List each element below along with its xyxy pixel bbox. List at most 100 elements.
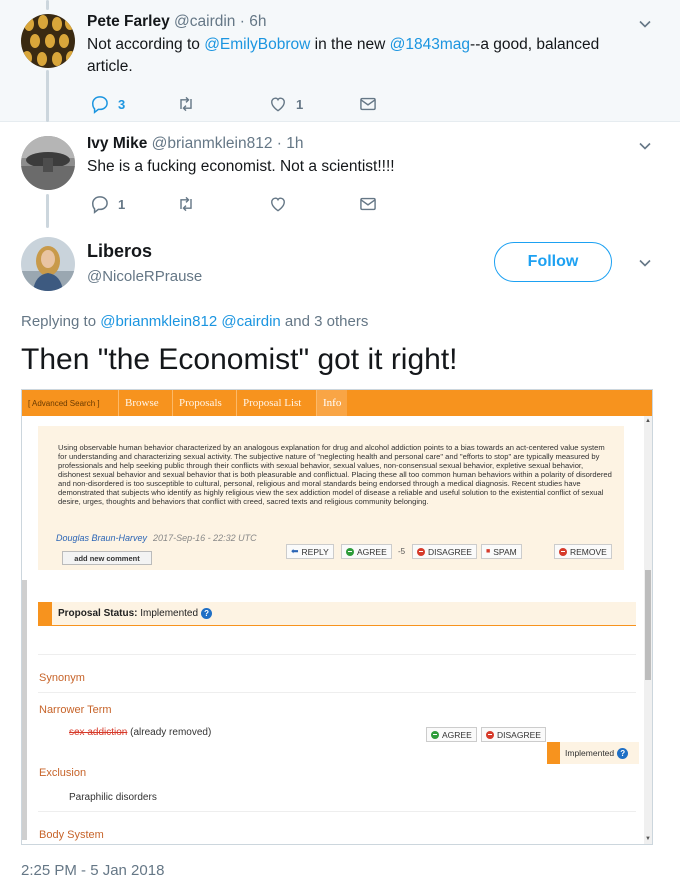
- heart-icon: [271, 97, 285, 112]
- help-icon: ?: [617, 747, 629, 759]
- avatar[interactable]: [21, 14, 75, 68]
- retweet-button[interactable]: [176, 94, 204, 114]
- replying-mentions[interactable]: @brianmklein812 @cairdin: [100, 313, 281, 330]
- help-icon: ?: [201, 608, 213, 619]
- reply-button[interactable]: 1: [90, 194, 125, 214]
- embedded-remove-label: REMOVE: [570, 546, 607, 557]
- embedded-implemented-tag: Implemented?: [547, 742, 639, 764]
- like-button[interactable]: 1: [268, 94, 303, 114]
- implemented-accent: [547, 742, 560, 764]
- embedded-term-agree-label: AGREE: [442, 729, 472, 740]
- embedded-add-comment-button: add new comment: [62, 551, 152, 565]
- embedded-comment-date: 2017-Sep-16 - 22:32 UTC: [153, 533, 257, 543]
- retweet-icon: [180, 96, 192, 112]
- embedded-comment-text: Using observable human behavior characte…: [58, 443, 612, 506]
- direct-message-button[interactable]: [358, 94, 378, 114]
- follow-button[interactable]: Follow: [494, 242, 612, 282]
- tweet-header: Pete Farley @cairdin · 6h: [87, 13, 266, 31]
- user-handle[interactable]: @NicoleRPrause: [87, 268, 202, 285]
- thread-line-top: [46, 0, 49, 10]
- tweet-pete-farley[interactable]: Pete Farley @cairdin · 6h Not according …: [0, 0, 680, 122]
- display-name[interactable]: Ivy Mike: [87, 135, 147, 152]
- replying-suffix[interactable]: and 3 others: [281, 313, 368, 330]
- like-count: 1: [296, 96, 304, 112]
- tweet-conversation: Pete Farley @cairdin · 6h Not according …: [0, 0, 680, 888]
- user-handle[interactable]: @cairdin: [174, 13, 235, 30]
- chevron-down-icon[interactable]: [638, 256, 652, 270]
- tweet-header: Ivy Mike @brianmklein812 · 1h: [87, 135, 304, 153]
- embedded-comment-meta: Douglas Braun-Harvey 2017-Sep-16 - 22:32 …: [56, 533, 257, 543]
- reply-icon: [91, 96, 108, 114]
- direct-message-button[interactable]: [358, 194, 378, 214]
- x-icon: [486, 730, 494, 739]
- text-segment: in the new: [310, 36, 390, 53]
- avatar[interactable]: [21, 237, 75, 291]
- status-text: Proposal Status: Implemented?: [58, 608, 213, 620]
- tweet-text: She is a fucking economist. Not a scient…: [87, 158, 395, 175]
- avatar[interactable]: [21, 136, 75, 190]
- text-segment: Not according to: [87, 36, 205, 53]
- embedded-left-bar: [22, 580, 27, 840]
- check-icon: [346, 547, 354, 556]
- check-icon: [431, 730, 439, 739]
- removed-term: sex addiction: [69, 727, 128, 738]
- embedded-nav-proposal-list: Proposal List: [236, 390, 307, 416]
- remove-icon: [559, 547, 567, 556]
- attached-image[interactable]: [ Advanced Search ] Browse Proposals Pro…: [21, 389, 653, 845]
- embedded-exclusion-item: Paraphilic disorders: [69, 792, 157, 803]
- embedded-nav-bar: [ Advanced Search ] Browse Proposals Pro…: [22, 390, 652, 416]
- thread-line: [46, 70, 49, 122]
- divider: [38, 811, 636, 812]
- retweet-button[interactable]: [176, 194, 204, 214]
- retweet-icon: [180, 196, 192, 212]
- tweet-ivy-mike[interactable]: Ivy Mike @brianmklein812 · 1h She is a f…: [0, 122, 680, 228]
- divider: [38, 692, 636, 693]
- embedded-agree-label: AGREE: [357, 546, 387, 557]
- status-value: Implemented: [137, 608, 199, 620]
- embedded-agree-count: -5: [398, 547, 406, 556]
- flag-icon: ■: [486, 548, 491, 555]
- display-name[interactable]: Pete Farley: [87, 13, 170, 30]
- embedded-term-disagree-label: DISAGREE: [497, 729, 541, 740]
- mention-link[interactable]: @1843mag: [390, 36, 470, 53]
- embedded-term-disagree-button: DISAGREE: [481, 727, 546, 742]
- implemented-label: Implemented: [565, 748, 615, 758]
- user-handle[interactable]: @brianmklein812: [152, 135, 273, 152]
- embedded-agree-button: AGREE: [341, 544, 392, 559]
- embedded-disagree-label: DISAGREE: [428, 546, 472, 557]
- embedded-disagree-button: DISAGREE: [412, 544, 477, 559]
- reply-arrow-icon: ⬅: [291, 546, 299, 556]
- embedded-section-narrower-term: Narrower Term: [39, 704, 112, 716]
- embedded-nav-browse: Browse: [118, 390, 165, 416]
- replying-to: Replying to @brianmklein812 @cairdin and…: [21, 313, 368, 330]
- embedded-remove-button: REMOVE: [554, 544, 612, 559]
- status-label: Proposal Status:: [58, 608, 138, 620]
- chevron-down-icon[interactable]: [638, 139, 652, 153]
- tweet-timestamp[interactable]: 2:25 PM - 5 Jan 2018: [21, 862, 164, 879]
- thread-line: [46, 194, 49, 228]
- embedded-section-exclusion: Exclusion: [39, 767, 87, 779]
- display-name[interactable]: Liberos: [87, 241, 152, 262]
- embedded-nav-advanced-search: [ Advanced Search ]: [28, 398, 100, 408]
- like-button[interactable]: [268, 194, 296, 214]
- mention-link[interactable]: @EmilyBobrow: [204, 36, 310, 53]
- reply-button[interactable]: 3: [90, 94, 125, 114]
- embedded-narrower-item: sex addiction (already removed): [69, 727, 211, 738]
- replying-prefix: Replying to: [21, 313, 101, 330]
- embedded-nav-info: Info: [316, 390, 348, 416]
- embedded-reply-button: ⬅ REPLY: [286, 544, 334, 559]
- embedded-spam-button: ■ SPAM: [481, 544, 522, 559]
- embedded-nav-proposals: Proposals: [172, 390, 228, 416]
- status-accent: [38, 602, 52, 626]
- envelope-icon: [360, 197, 376, 211]
- tweet-text: Not according to @EmilyBobrow in the new…: [87, 34, 617, 78]
- embedded-reply-label: REPLY: [301, 546, 329, 557]
- tweet-time[interactable]: · 1h: [277, 135, 304, 152]
- embedded-term-agree-button: AGREE: [426, 727, 477, 742]
- embedded-proposal-status: Proposal Status: Implemented?: [38, 602, 636, 626]
- removed-note: (already removed): [127, 727, 212, 738]
- chevron-down-icon[interactable]: [638, 17, 652, 31]
- x-icon: [417, 547, 425, 556]
- embedded-scrollbar-thumb: [645, 570, 651, 680]
- tweet-time[interactable]: · 6h: [240, 13, 267, 30]
